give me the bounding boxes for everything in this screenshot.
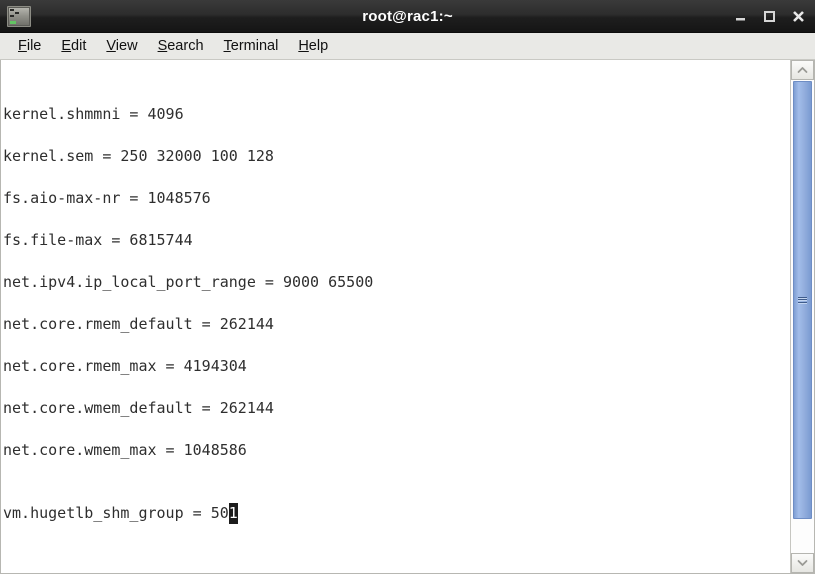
terminal-window: root@rac1:~ File Edit View Search Termin… <box>0 0 815 574</box>
menu-item-search[interactable]: Search <box>148 36 214 56</box>
scrollbar-track[interactable] <box>791 80 814 553</box>
menu-rest-terminal: erminal <box>230 38 279 54</box>
scroll-down-arrow[interactable] <box>791 553 814 573</box>
terminal-line: net.core.rmem_default = 262144 <box>3 315 274 333</box>
menu-bar: File Edit View Search Terminal Help <box>0 33 815 60</box>
menu-rest-edit: dit <box>71 38 87 54</box>
menu-item-help[interactable]: Help <box>288 36 338 56</box>
menu-rest-file: ile <box>26 38 42 54</box>
terminal-screen[interactable]: kernel.shmmni = 4096 kernel.sem = 250 32… <box>1 60 790 573</box>
terminal-line: fs.aio-max-nr = 1048576 <box>3 189 211 207</box>
close-icon[interactable] <box>791 9 806 24</box>
menu-item-terminal[interactable]: Terminal <box>214 36 289 56</box>
terminal-scrollbar[interactable] <box>790 60 814 573</box>
scrollbar-thumb[interactable] <box>793 81 812 519</box>
menu-mnemonic-file: F <box>18 38 27 54</box>
terminal-line: net.core.wmem_default = 262144 <box>3 399 274 417</box>
menu-mnemonic-view: V <box>106 38 116 54</box>
scroll-up-arrow[interactable] <box>791 60 814 80</box>
terminal-output: kernel.shmmni = 4096 kernel.sem = 250 32… <box>1 60 790 524</box>
terminal-body: kernel.shmmni = 4096 kernel.sem = 250 32… <box>0 60 815 574</box>
terminal-line: net.core.rmem_max = 4194304 <box>3 357 247 375</box>
menu-rest-view: iew <box>115 38 138 54</box>
menu-item-file[interactable]: File <box>8 36 51 56</box>
menu-mnemonic-help: H <box>298 38 309 54</box>
terminal-cursor: 1 <box>228 503 238 524</box>
terminal-line: net.ipv4.ip_local_port_range = 9000 6550… <box>3 273 374 291</box>
window-title: root@rac1:~ <box>362 7 453 25</box>
minimize-icon[interactable] <box>733 9 748 24</box>
title-bar[interactable]: root@rac1:~ <box>0 0 815 33</box>
menu-item-view[interactable]: View <box>96 36 147 56</box>
maximize-icon[interactable] <box>762 9 777 24</box>
terminal-line: kernel.shmmni = 4096 <box>3 105 184 123</box>
terminal-line-text: vm.hugetlb_shm_group = 50 <box>3 504 229 522</box>
menu-mnemonic-search: S <box>157 38 168 54</box>
menu-mnemonic-terminal: T <box>223 38 231 54</box>
scrollbar-grip-icon <box>798 296 807 304</box>
terminal-line-with-cursor: vm.hugetlb_shm_group = 501 <box>3 503 790 524</box>
menu-item-edit[interactable]: Edit <box>51 36 96 56</box>
menu-mnemonic-edit: E <box>61 38 72 54</box>
terminal-app-icon <box>7 5 31 27</box>
terminal-line: kernel.sem = 250 32000 100 128 <box>3 147 274 165</box>
terminal-line: net.core.wmem_max = 1048586 <box>3 441 247 459</box>
window-controls <box>733 9 806 24</box>
menu-rest-search: earch <box>167 38 204 54</box>
menu-rest-help: elp <box>308 38 329 54</box>
terminal-line: fs.file-max = 6815744 <box>3 231 193 249</box>
